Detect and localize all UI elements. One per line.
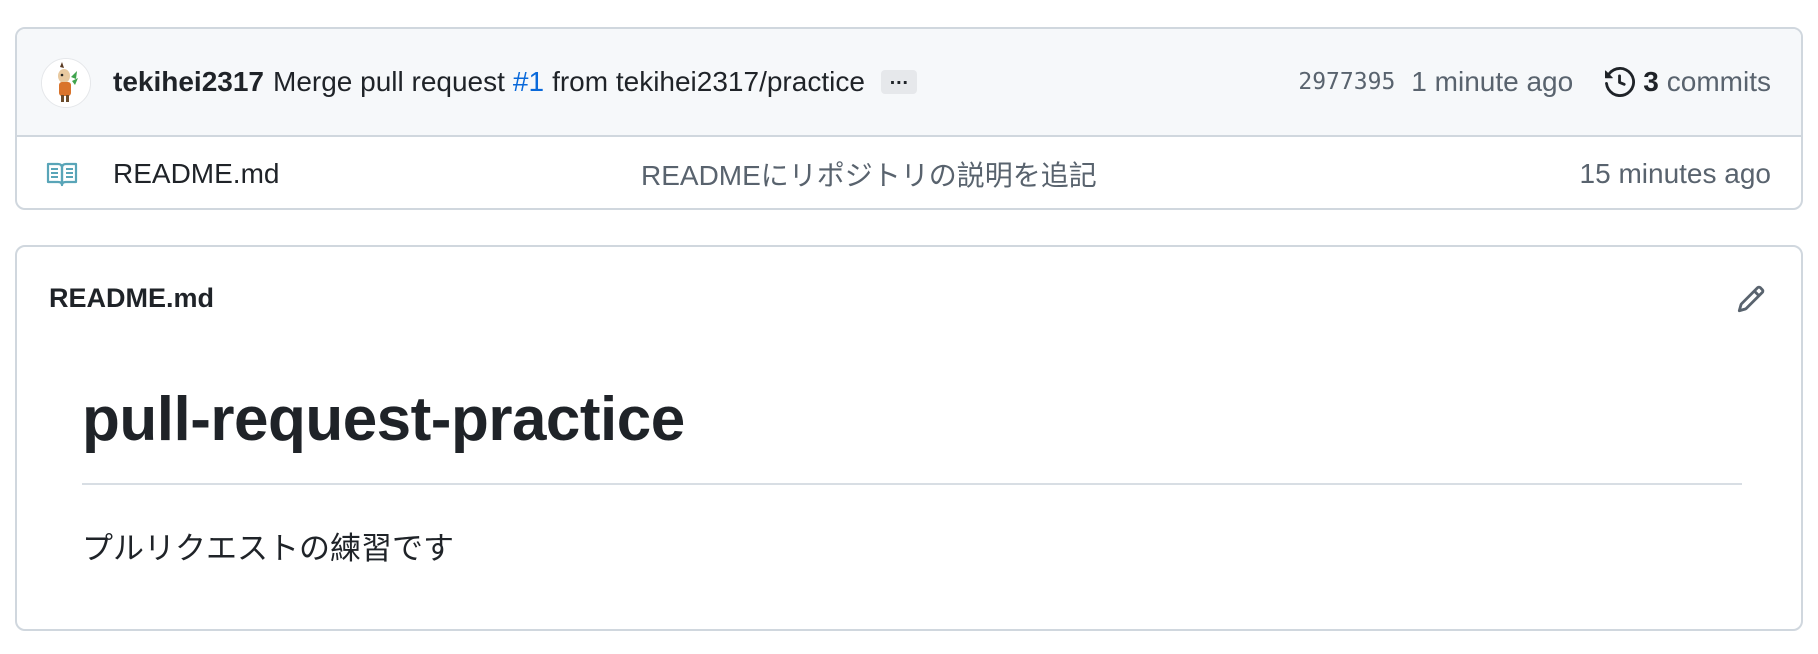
pull-request-link[interactable]: #1 <box>513 66 544 98</box>
expand-commit-message-button[interactable]: … <box>880 68 917 94</box>
commit-message: tekihei2317 Merge pull request #1 from t… <box>113 29 917 135</box>
readme-header-title[interactable]: README.md <box>49 283 214 314</box>
pencil-icon <box>1737 285 1765 313</box>
commit-age: 1 minute ago <box>1411 66 1574 97</box>
file-name-link[interactable]: README.md <box>113 137 279 208</box>
commit-meta: 2977395 1 minute ago 3 commits <box>1298 29 1771 135</box>
avatar-image <box>42 59 90 107</box>
edit-readme-button[interactable] <box>1733 281 1769 317</box>
readme-heading: pull-request-practice <box>82 385 685 454</box>
commits-label: commits <box>1666 66 1771 97</box>
file-age: 15 minutes ago <box>1579 157 1771 189</box>
history-icon <box>1605 67 1636 97</box>
commit-history-link[interactable]: 3 commits <box>1605 66 1771 98</box>
commit-sha-link[interactable]: 2977395 <box>1298 69 1395 95</box>
commit-author[interactable]: tekihei2317 <box>113 66 264 98</box>
commit-count: 3 <box>1643 66 1659 97</box>
readme-paragraph: プルリクエストの練習です <box>82 531 454 566</box>
commit-message-prefix[interactable]: Merge pull request <box>273 66 505 98</box>
author-avatar[interactable] <box>41 58 91 108</box>
readme-panel: README.md pull-request-practice プルリクエストの… <box>15 245 1803 631</box>
file-commit-message-link[interactable]: READMEにリポジトリの説明を追記 <box>641 137 1097 208</box>
book-icon <box>46 161 78 192</box>
heading-divider <box>82 483 1742 485</box>
file-listing: tekihei2317 Merge pull request #1 from t… <box>15 27 1803 210</box>
commit-message-suffix[interactable]: from tekihei2317/practice <box>552 66 865 98</box>
file-row[interactable]: README.md READMEにリポジトリの説明を追記 15 minutes … <box>17 137 1801 208</box>
latest-commit-bar: tekihei2317 Merge pull request #1 from t… <box>17 29 1801 137</box>
